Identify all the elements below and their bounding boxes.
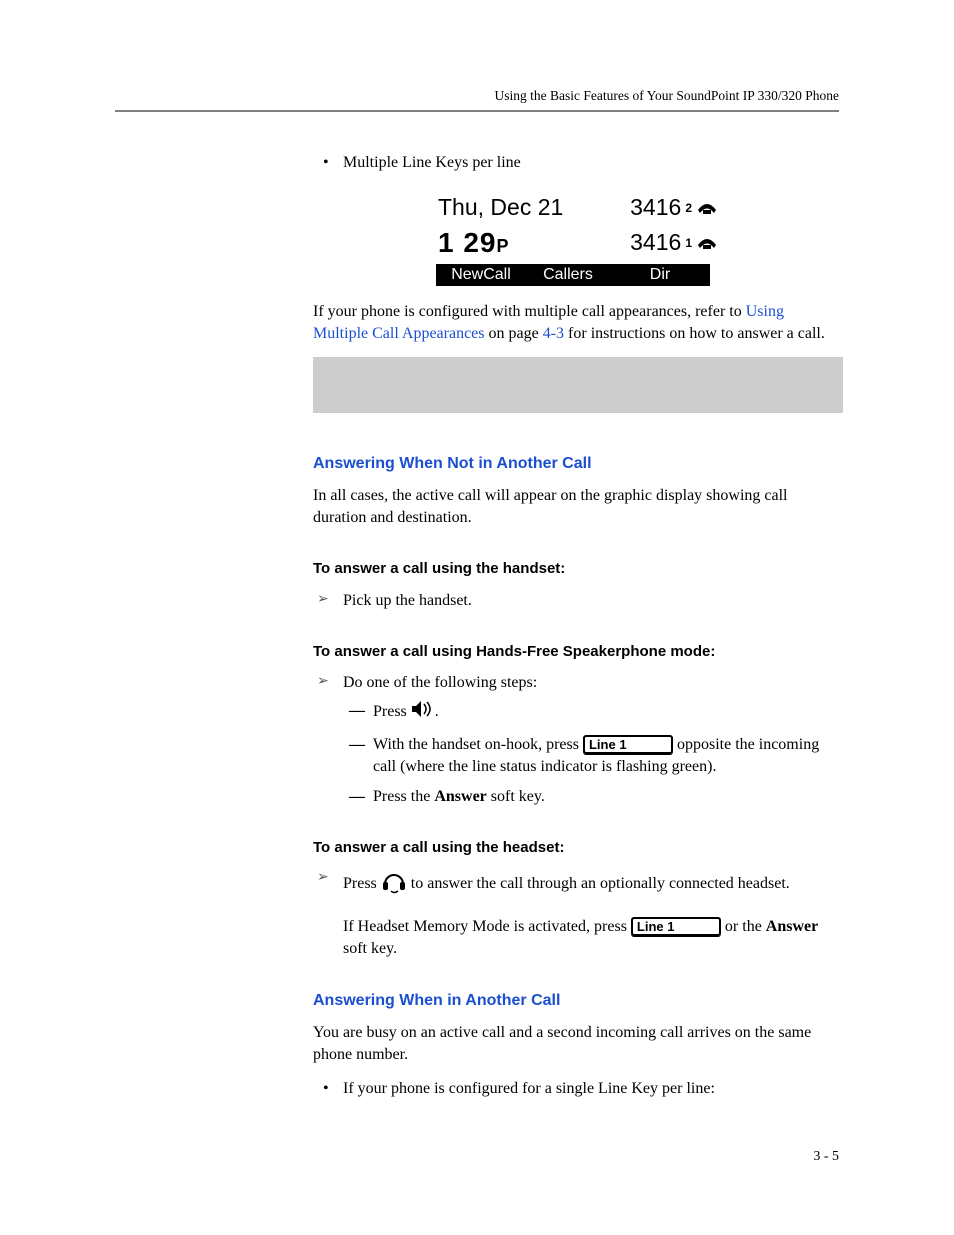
phone-idle-icon bbox=[696, 227, 718, 259]
lcd-time-main: 1 29 bbox=[438, 227, 497, 258]
bullet-multi-line-keys: Multiple Line Keys per line bbox=[313, 152, 843, 174]
para-multi-appearances: If your phone is configured with multipl… bbox=[313, 301, 843, 345]
line1-key-icon: Line 1 bbox=[631, 917, 721, 936]
text: If your phone is configured with multipl… bbox=[313, 303, 746, 320]
heading-answer-handset: To answer a call using the handset: bbox=[313, 559, 843, 580]
lcd-screenshot: Thu, Dec 21 3416 2 1 29P 3416 bbox=[313, 192, 843, 286]
softkey-dir: Dir bbox=[612, 264, 710, 286]
para-in-call: You are busy on an active call and a sec… bbox=[313, 1022, 843, 1066]
text: If Headset Memory Mode is activated, pre… bbox=[343, 918, 631, 935]
lcd-time-suffix: P bbox=[497, 236, 510, 256]
text: With the handset on-hook, press bbox=[373, 736, 583, 753]
para-headset-memory: If Headset Memory Mode is activated, pre… bbox=[343, 916, 843, 960]
answer-softkey-ref: Answer bbox=[766, 918, 818, 935]
steps-handset: Pick up the handset. bbox=[313, 590, 843, 612]
text: . bbox=[435, 704, 439, 721]
step-headset-press: Press to answer the call through an opti… bbox=[313, 868, 843, 959]
text: Press bbox=[343, 876, 381, 893]
bullet-list-in-call: If your phone is configured for a single… bbox=[313, 1078, 843, 1100]
heading-answer-handsfree: To answer a call using Hands-Free Speake… bbox=[313, 642, 843, 663]
text: soft key. bbox=[343, 940, 397, 957]
para-not-in-call: In all cases, the active call will appea… bbox=[313, 485, 843, 529]
lcd-ext-b-badge: 1 bbox=[685, 235, 692, 252]
lcd-date: Thu, Dec 21 bbox=[438, 192, 563, 224]
step-hf-press-line1: With the handset on-hook, press Line 1 o… bbox=[343, 734, 843, 778]
text: or the bbox=[725, 918, 766, 935]
text: Do one of the following steps: bbox=[343, 674, 537, 691]
step-hf-intro: Do one of the following steps: Press . W… bbox=[313, 672, 843, 807]
text: Press the bbox=[373, 788, 434, 805]
step-hf-press-speaker: Press . bbox=[343, 700, 843, 725]
text: on page bbox=[485, 325, 543, 342]
text: soft key. bbox=[487, 788, 545, 805]
lcd-ext-a: 3416 bbox=[630, 192, 681, 224]
heading-answer-in-call: Answering When in Another Call bbox=[313, 990, 843, 1012]
steps-headset: Press to answer the call through an opti… bbox=[313, 868, 843, 959]
text: to answer the call through an optionally… bbox=[411, 876, 790, 893]
running-header: Using the Basic Features of Your SoundPo… bbox=[115, 88, 839, 104]
phone-idle-icon bbox=[696, 192, 718, 224]
lcd-ext-b: 3416 bbox=[630, 227, 681, 259]
speakerphone-icon bbox=[411, 700, 435, 725]
softkey-callers: Callers bbox=[526, 264, 612, 286]
header-rule bbox=[115, 110, 839, 112]
headset-icon bbox=[381, 868, 407, 901]
heading-answer-headset: To answer a call using the headset: bbox=[313, 838, 843, 859]
bullet-single-line-key: If your phone is configured for a single… bbox=[313, 1078, 843, 1100]
softkey-newcall: NewCall bbox=[436, 264, 526, 286]
heading-answer-not-in-call: Answering When Not in Another Call bbox=[313, 453, 843, 475]
step-handset-pickup: Pick up the handset. bbox=[313, 590, 843, 612]
link-page-4-3[interactable]: 4-3 bbox=[543, 325, 564, 342]
answer-softkey-ref: Answer bbox=[434, 788, 486, 805]
page-number: 3 - 5 bbox=[813, 1149, 839, 1165]
note-placeholder-band bbox=[313, 357, 843, 413]
steps-handsfree: Do one of the following steps: Press . W… bbox=[313, 672, 843, 807]
line1-key-icon: Line 1 bbox=[583, 735, 673, 754]
step-hf-press-answer: Press the Answer soft key. bbox=[343, 786, 843, 808]
main-content: Multiple Line Keys per line Thu, Dec 21 … bbox=[313, 152, 843, 1100]
text: for instructions on how to answer a call… bbox=[564, 325, 825, 342]
lcd-ext-a-badge: 2 bbox=[685, 200, 692, 217]
text: Press bbox=[373, 704, 411, 721]
bullet-list: Multiple Line Keys per line bbox=[313, 152, 843, 174]
